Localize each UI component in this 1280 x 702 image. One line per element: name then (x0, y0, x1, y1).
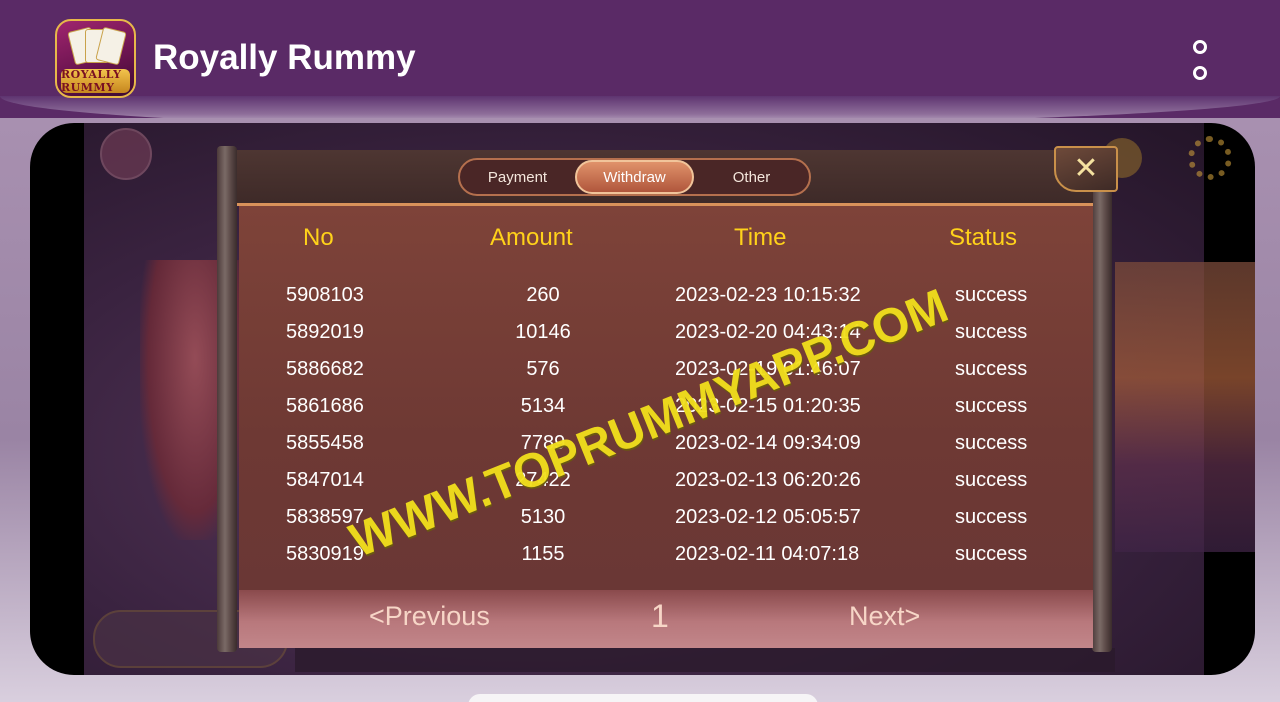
table-row: 5847014 27422 2023-02-13 06:20:26 succes… (217, 469, 1117, 505)
close-button[interactable]: ✕ (1054, 146, 1118, 192)
cell-status: success (955, 358, 1028, 380)
cell-no: 5908103 (286, 284, 364, 306)
cell-no: 5861686 (286, 395, 364, 417)
cell-amount: 260 (526, 284, 560, 306)
cell-status: success (955, 395, 1028, 417)
tab-withdraw[interactable]: Withdraw (575, 160, 694, 194)
page-number: 1 (651, 598, 669, 634)
cell-status: success (955, 543, 1028, 565)
cell-no: 5892019 (286, 321, 364, 343)
cell-time: 2023-02-23 10:15:32 (675, 284, 861, 306)
cell-no: 5886682 (286, 358, 364, 380)
gesture-bar[interactable] (468, 694, 818, 702)
cell-amount: 1155 (521, 543, 565, 565)
kebab-dot (1193, 66, 1207, 80)
column-header-amount: Amount (490, 224, 573, 251)
logo-banner: ROYALLY RUMMY (61, 68, 130, 94)
cell-status: success (955, 432, 1028, 454)
kebab-menu-icon[interactable] (1188, 40, 1212, 80)
table-row: 5892019 10146 2023-02-20 04:43:14 succes… (217, 321, 1117, 357)
table-row: 5908103 260 2023-02-23 10:15:32 success (217, 284, 1117, 320)
kebab-dot (1193, 40, 1207, 54)
previous-page-button[interactable]: <Previous (369, 601, 490, 632)
cell-time: 2023-02-13 06:20:26 (675, 469, 861, 491)
history-tabs: Payment Withdraw Other (458, 158, 811, 196)
cell-status: success (955, 284, 1028, 306)
tab-other[interactable]: Other (694, 160, 809, 194)
cell-time: 2023-02-11 04:07:18 (675, 543, 860, 565)
app-logo-icon: ROYALLY RUMMY (55, 19, 136, 98)
cell-status: success (955, 321, 1028, 343)
cell-no: 5847014 (286, 469, 364, 491)
cell-time: 2023-02-12 05:05:57 (675, 506, 861, 528)
cell-amount: 5134 (520, 395, 566, 417)
table-row: 5830919 1155 2023-02-11 04:07:18 success (217, 543, 1117, 579)
column-header-time: Time (734, 224, 787, 251)
background-game-tiles (1115, 262, 1255, 552)
cell-no: 5830919 (286, 543, 364, 565)
cell-amount: 10146 (515, 321, 571, 343)
tab-payment[interactable]: Payment (460, 160, 575, 194)
background-avatar (100, 128, 152, 180)
next-page-button[interactable]: Next> (849, 601, 920, 632)
column-header-no: No (303, 224, 334, 251)
cell-status: success (955, 506, 1028, 528)
background-settings-icon (1188, 136, 1232, 180)
cell-amount: 576 (526, 358, 560, 380)
close-icon: ✕ (1073, 151, 1099, 186)
cell-no: 5855458 (286, 432, 364, 454)
app-title: Royally Rummy (153, 38, 416, 77)
column-header-status: Status (949, 224, 1018, 251)
cell-status: success (955, 469, 1028, 491)
